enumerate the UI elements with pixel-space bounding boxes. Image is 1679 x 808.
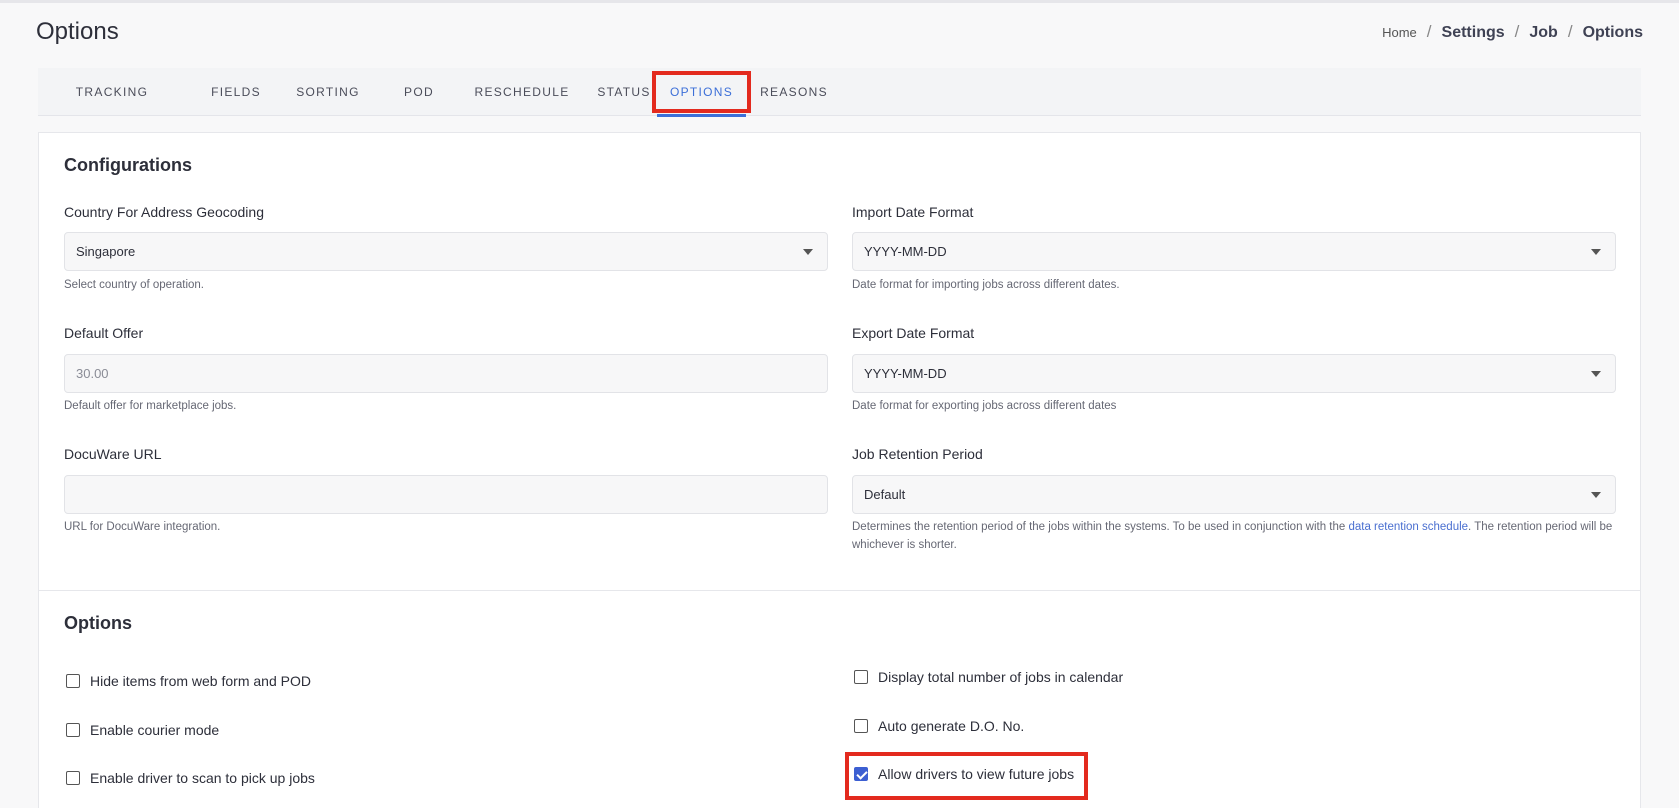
chevron-down-icon	[1591, 492, 1601, 498]
tab-reasons[interactable]: REASONS	[752, 68, 836, 116]
country-select[interactable]: Singapore	[64, 232, 828, 271]
chevron-down-icon	[803, 249, 813, 255]
option-scan-pickup[interactable]: Enable driver to scan to pick up jobs	[66, 770, 315, 786]
country-label: Country For Address Geocoding	[64, 204, 264, 220]
display-total-jobs-checkbox[interactable]	[854, 670, 868, 684]
import-date-select[interactable]: YYYY-MM-DD	[852, 232, 1616, 271]
auto-do-number-label: Auto generate D.O. No.	[878, 718, 1025, 734]
retention-hint: Determines the retention period of the j…	[852, 518, 1616, 554]
tab-status[interactable]: STATUS	[584, 68, 664, 116]
default-offer-label: Default Offer	[64, 325, 144, 341]
tab-reschedule[interactable]: RESCHEDULE	[466, 68, 578, 116]
export-date-hint: Date format for exporting jobs across di…	[852, 400, 1117, 412]
breadcrumb-home[interactable]: Home	[1382, 25, 1417, 40]
default-offer-placeholder: 30.00	[76, 366, 109, 381]
courier-mode-label: Enable courier mode	[90, 722, 220, 738]
view-future-jobs-checkbox[interactable]	[854, 767, 868, 781]
country-select-value: Singapore	[76, 244, 136, 259]
chevron-down-icon	[1591, 249, 1601, 255]
import-date-label: Import Date Format	[852, 204, 974, 220]
option-view-future-jobs[interactable]: Allow drivers to view future jobs	[854, 766, 1074, 782]
docuware-label: DocuWare URL	[64, 446, 162, 462]
tab-sorting[interactable]: SORTING	[288, 68, 368, 116]
import-date-hint: Date format for importing jobs across di…	[852, 279, 1120, 291]
country-hint: Select country of operation.	[64, 279, 204, 291]
section-divider	[39, 590, 1640, 591]
breadcrumb-job[interactable]: Job	[1529, 24, 1557, 42]
scan-pickup-checkbox[interactable]	[66, 771, 80, 785]
top-border	[0, 0, 1679, 3]
page-title: Options	[36, 18, 119, 45]
breadcrumb-options: Options	[1582, 24, 1643, 41]
hide-items-checkbox[interactable]	[66, 674, 80, 688]
retention-label: Job Retention Period	[852, 446, 983, 462]
auto-do-number-checkbox[interactable]	[854, 719, 868, 733]
export-date-value: YYYY-MM-DD	[864, 366, 947, 381]
breadcrumb-settings[interactable]: Settings	[1442, 24, 1505, 42]
breadcrumb: Home / Settings / Job / Options	[1382, 22, 1643, 42]
tab-options[interactable]: OPTIONS	[657, 68, 746, 117]
docuware-url-input[interactable]	[64, 475, 828, 514]
options-title: Options	[64, 613, 132, 633]
import-date-value: YYYY-MM-DD	[864, 244, 947, 259]
settings-tabs: TRACKING WIDGET FIELDS SORTING POD RESCH…	[38, 68, 1641, 147]
export-date-select[interactable]: YYYY-MM-DD	[852, 354, 1616, 393]
retention-select[interactable]: Default	[852, 475, 1616, 514]
option-auto-do-number[interactable]: Auto generate D.O. No.	[854, 718, 1024, 734]
data-retention-schedule-link[interactable]: data retention schedule	[1348, 521, 1468, 533]
option-courier-mode[interactable]: Enable courier mode	[66, 722, 219, 738]
hide-items-label: Hide items from web form and POD	[90, 673, 311, 689]
default-offer-hint: Default offer for marketplace jobs.	[64, 400, 237, 412]
view-future-jobs-label: Allow drivers to view future jobs	[878, 766, 1075, 782]
option-hide-items[interactable]: Hide items from web form and POD	[66, 673, 311, 689]
courier-mode-checkbox[interactable]	[66, 723, 80, 737]
configurations-title: Configurations	[64, 155, 192, 175]
breadcrumb-separator: /	[1426, 22, 1432, 41]
settings-card: Configurations Country For Address Geoco…	[38, 132, 1641, 808]
tab-tracking-widget[interactable]: TRACKING WIDGET	[52, 68, 172, 147]
breadcrumb-separator: /	[1567, 22, 1573, 41]
option-display-total-jobs[interactable]: Display total number of jobs in calendar	[854, 669, 1123, 685]
retention-hint-text: Determines the retention period of the j…	[852, 521, 1349, 533]
default-offer-input[interactable]: 30.00	[64, 354, 828, 393]
export-date-label: Export Date Format	[852, 325, 975, 341]
display-total-jobs-label: Display total number of jobs in calendar	[878, 669, 1124, 685]
scan-pickup-label: Enable driver to scan to pick up jobs	[90, 770, 315, 786]
chevron-down-icon	[1591, 371, 1601, 377]
retention-value: Default	[864, 487, 906, 502]
docuware-hint: URL for DocuWare integration.	[64, 521, 221, 533]
tab-fields[interactable]: FIELDS	[204, 68, 268, 116]
tab-pod[interactable]: POD	[394, 68, 444, 116]
breadcrumb-separator: /	[1514, 22, 1520, 41]
